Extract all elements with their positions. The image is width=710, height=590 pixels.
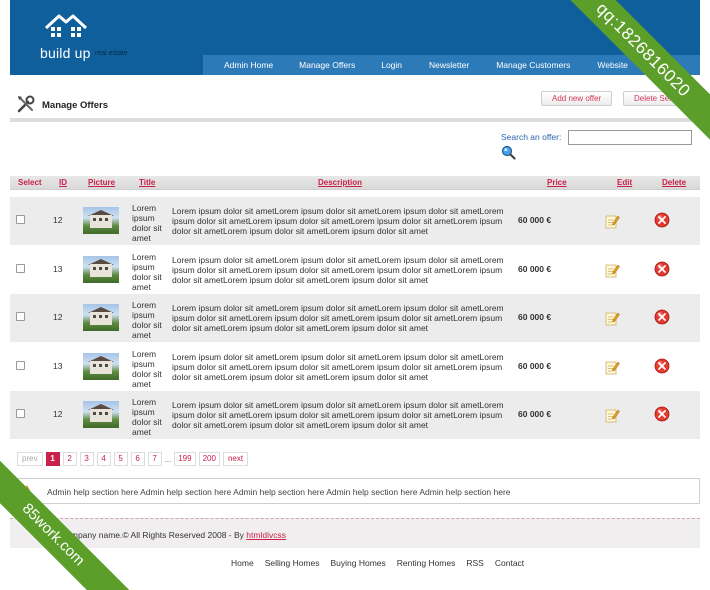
row-title: Lorem ipsum dolor sit amet (132, 397, 162, 437)
row-id: 12 (53, 215, 63, 225)
page-title: Manage Offers (42, 100, 108, 111)
page-1[interactable]: 1 (45, 452, 60, 466)
row-price: 60 000 € (518, 263, 552, 274)
edit-icon[interactable] (604, 310, 620, 326)
logo[interactable]: build up real estate (40, 12, 170, 62)
row-description: Lorem ipsum dolor sit ametLorem ipsum do… (172, 206, 504, 236)
search-label: Search an offer: (501, 132, 562, 142)
offer-picture (83, 207, 119, 234)
row-id: 12 (53, 312, 63, 322)
row-description: Lorem ipsum dolor sit ametLorem ipsum do… (172, 254, 504, 285)
footer: Company name.© All Rights Reserved 2008 … (10, 518, 700, 548)
search-input[interactable] (568, 130, 692, 145)
page-3[interactable]: 3 (79, 452, 94, 466)
table-row: 12 Lorem ipsum dolor sit amet Lorem ipsum … (10, 391, 700, 439)
delete-icon[interactable] (654, 358, 670, 374)
header-edit[interactable]: Edit (617, 178, 632, 187)
header-price[interactable]: Price (547, 178, 567, 187)
house-logo-icon (44, 14, 88, 37)
page-5[interactable]: 5 (113, 452, 128, 466)
footer-link-selling-homes[interactable]: Selling Homes (265, 558, 320, 568)
row-select-checkbox[interactable] (16, 409, 25, 418)
search-icon[interactable] (501, 145, 516, 160)
nav-newsletter[interactable]: Newsletter (429, 60, 469, 70)
footer-link-contact[interactable]: Contact (495, 558, 524, 568)
row-price: 60 000 € (518, 360, 552, 371)
row-select-checkbox[interactable] (16, 263, 25, 273)
header-select: Select (18, 178, 42, 187)
offer-picture (83, 304, 119, 331)
page-2[interactable]: 2 (62, 452, 77, 466)
row-price: 60 000 € (518, 409, 552, 419)
delete-icon[interactable] (654, 406, 670, 422)
row-select-checkbox[interactable] (16, 360, 25, 370)
table-row: 13 Lorem ipsum dolor sit amet Lorem ipsum … (10, 245, 700, 294)
row-select-checkbox[interactable] (16, 312, 25, 321)
brand-tagline: real estate (95, 50, 128, 57)
nav-admin-home[interactable]: Admin Home (224, 60, 273, 70)
footer-links: Home Selling Homes Buying Homes Renting … (231, 558, 535, 568)
edit-icon[interactable] (604, 407, 620, 423)
delete-icon[interactable] (654, 212, 670, 228)
row-title: Lorem ipsum dolor sit amet (132, 348, 162, 389)
row-description: Lorem ipsum dolor sit ametLorem ipsum do… (172, 351, 504, 382)
edit-icon[interactable] (604, 359, 620, 375)
copyright-text: Company name.© All Rights Reserved 2008 … (60, 530, 244, 540)
offer-picture (83, 401, 119, 428)
pagination-prev[interactable]: prev (17, 452, 43, 466)
add-new-offer-button[interactable]: Add new offer (541, 91, 613, 106)
table-row: 13 Lorem ipsum dolor sit amet Lorem ipsum … (10, 342, 700, 391)
page-4[interactable]: 4 (96, 452, 111, 466)
footer-copyright: Company name.© All Rights Reserved 2008 … (60, 530, 286, 540)
footer-link-home[interactable]: Home (231, 558, 254, 568)
row-price: 60 000 € (518, 215, 552, 225)
nav-manage-customers[interactable]: Manage Customers (496, 60, 570, 70)
footer-link-renting-homes[interactable]: Renting Homes (397, 558, 456, 568)
header-title[interactable]: Title (139, 178, 155, 187)
help-box: Admin help section here Admin help secti… (10, 478, 700, 504)
title-bar: Manage Offers Add new offer Delete Selec… (10, 88, 702, 122)
tools-icon (17, 95, 35, 113)
footer-link-rss[interactable]: RSS (466, 558, 483, 568)
row-price: 60 000 € (518, 312, 552, 322)
nav-website[interactable]: Website (597, 60, 628, 70)
row-select-checkbox[interactable] (16, 215, 25, 224)
help-text: Admin help section here Admin help secti… (47, 487, 511, 497)
table-row: 12 Lorem ipsum dolor sit amet Lorem ipsum … (10, 197, 700, 245)
row-description: Lorem ipsum dolor sit ametLorem ipsum do… (172, 303, 504, 333)
brand-name: build up (40, 45, 91, 61)
header-description[interactable]: Description (318, 178, 362, 187)
offers-table: Select ID Picture Title Description Pric… (10, 176, 700, 190)
pagination: prev 1 2 3 4 5 6 7 ... 199 200 next (17, 452, 251, 466)
row-id: 13 (53, 360, 63, 371)
pagination-next[interactable]: next (222, 452, 249, 466)
edit-icon[interactable] (604, 213, 620, 229)
header-delete[interactable]: Delete (662, 178, 686, 187)
table-row: 12 Lorem ipsum dolor sit amet Lorem ipsum … (10, 294, 700, 342)
header-id[interactable]: ID (59, 178, 67, 187)
nav-login[interactable]: Login (381, 60, 402, 70)
row-title: Lorem ipsum dolor sit amet (132, 300, 162, 340)
row-id: 13 (53, 263, 63, 274)
credit-link[interactable]: htmldivcss (246, 530, 286, 540)
table-header: Select ID Picture Title Description Pric… (10, 176, 700, 190)
row-id: 12 (53, 409, 63, 419)
offer-picture (83, 352, 119, 380)
page-199[interactable]: 199 (174, 452, 196, 466)
footer-link-buying-homes[interactable]: Buying Homes (331, 558, 386, 568)
delete-icon[interactable] (654, 261, 670, 277)
pagination-ellipsis: ... (164, 454, 172, 464)
row-description: Lorem ipsum dolor sit ametLorem ipsum do… (172, 400, 504, 430)
nav-manage-offers[interactable]: Manage Offers (299, 60, 355, 70)
header-picture[interactable]: Picture (88, 178, 115, 187)
page-6[interactable]: 6 (130, 452, 145, 466)
page-7[interactable]: 7 (147, 452, 162, 466)
edit-icon[interactable] (604, 262, 620, 278)
row-title: Lorem ipsum dolor sit amet (132, 203, 162, 243)
row-title: Lorem ipsum dolor sit amet (132, 251, 162, 292)
offer-picture (83, 255, 119, 283)
page-200[interactable]: 200 (198, 452, 220, 466)
delete-icon[interactable] (654, 309, 670, 325)
main-nav: Admin Home Manage Offers Login Newslette… (203, 55, 700, 75)
